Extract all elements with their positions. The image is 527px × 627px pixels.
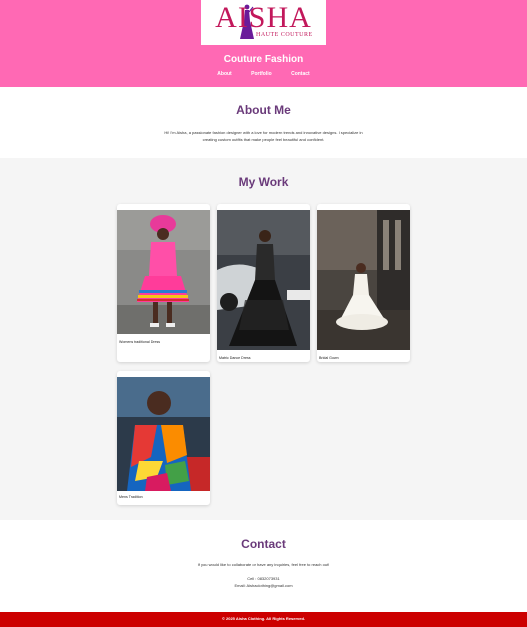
portfolio-image <box>317 210 410 350</box>
portfolio-card[interactable]: Womens traditional Dress <box>117 204 210 362</box>
portfolio-card[interactable]: Bridal Gown <box>317 204 410 362</box>
contact-title: Contact <box>241 537 286 551</box>
brand-title: Couture Fashion <box>223 54 304 65</box>
contact-cell: Cell : 0832073931 <box>247 576 280 581</box>
card-caption: Matric Dance Dress <box>219 356 251 360</box>
portfolio-image <box>217 210 310 350</box>
main-nav: About Portfolio Contact <box>0 71 527 77</box>
logo[interactable]: AISHA HAUTE COUTURE <box>201 0 326 45</box>
site-footer: © 2025 Aisha Clothing. All Rights Reserv… <box>0 612 527 627</box>
portfolio-card[interactable]: Mens Tradition <box>117 371 210 505</box>
portfolio-section: My Work Womens traditional Dress Matric … <box>0 158 527 520</box>
nav-portfolio[interactable]: Portfolio <box>251 71 272 77</box>
portfolio-card[interactable]: Matric Dance Dress <box>217 204 310 362</box>
nav-contact[interactable]: Contact <box>291 71 310 77</box>
portfolio-image <box>117 377 210 491</box>
about-text: Hi! I'm Aisha, a passionate fashion desi… <box>164 130 363 142</box>
logo-text: AISHA <box>215 1 312 34</box>
about-section: About Me Hi! I'm Aisha, a passionate fas… <box>0 87 527 158</box>
contact-email[interactable]: Email: Aishaclothing@gmail.com <box>0 583 527 588</box>
work-title: My Work <box>238 175 289 189</box>
site-header: AISHA HAUTE COUTURE Couture Fashion Abou… <box>0 0 527 87</box>
contact-section: Contact If you would like to collaborate… <box>0 520 527 612</box>
contact-intro: If you would like to collaborate or have… <box>197 562 330 567</box>
about-title: About Me <box>236 103 291 117</box>
footer-text: © 2025 Aisha Clothing. All Rights Reserv… <box>221 616 306 621</box>
card-caption: Bridal Gown <box>319 356 339 360</box>
nav-about[interactable]: About <box>217 71 231 77</box>
logo-subtext: HAUTE COUTURE <box>256 32 313 38</box>
card-caption: Womens traditional Dress <box>119 340 161 344</box>
portfolio-image <box>117 210 210 334</box>
card-caption: Mens Tradition <box>119 495 143 499</box>
